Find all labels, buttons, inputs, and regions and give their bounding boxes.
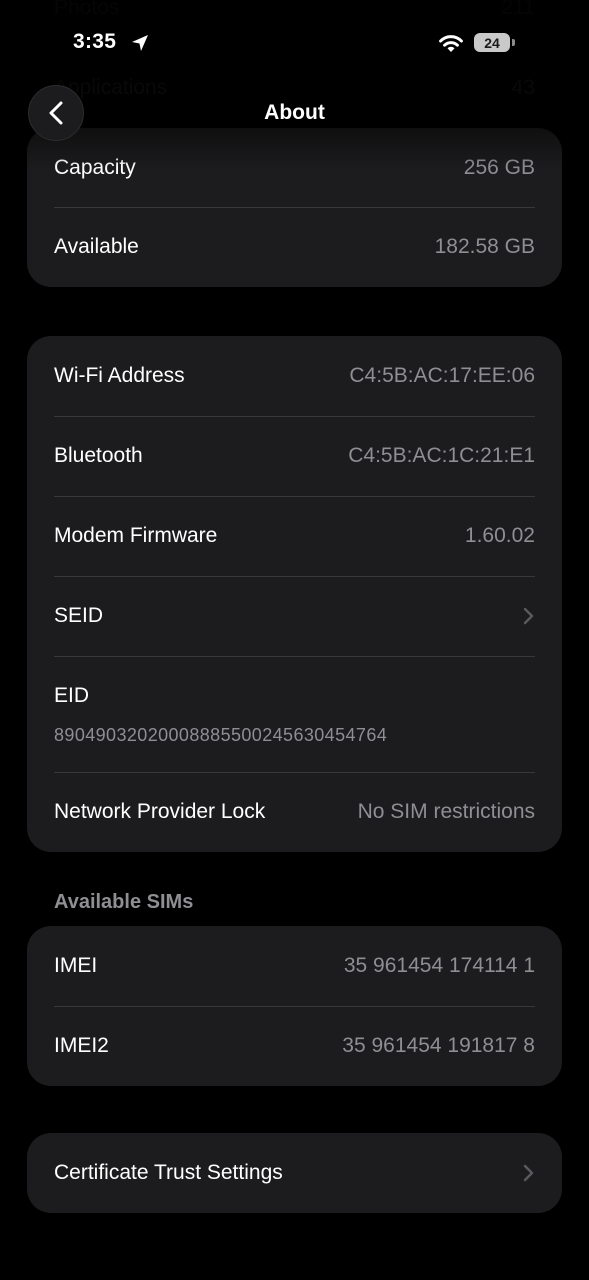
capacity-row: Capacity 256 GB	[27, 128, 562, 207]
wifi-address-row: Wi-Fi Address C4:5B:AC:17:EE:06	[27, 336, 562, 416]
eid-value: 89049032020008885500245630454764	[54, 725, 388, 745]
battery-icon: 24	[474, 33, 510, 52]
chevron-right-icon	[523, 1164, 534, 1182]
row-label: Capacity	[54, 155, 136, 179]
row-value: C4:5B:AC:17:EE:06	[349, 364, 535, 387]
row-value: C4:5B:AC:1C:21:E1	[348, 444, 535, 467]
ghost-row-value: 211	[501, 0, 535, 19]
status-time: 3:35	[73, 30, 117, 53]
row-value: 35 961454 191817 8	[342, 1034, 535, 1057]
imei2-row: IMEI2 35 961454 191817 8	[27, 1006, 562, 1086]
row-label: Available	[54, 235, 139, 258]
row-label: Bluetooth	[54, 444, 143, 467]
section-header-available-sims: Available SIMs	[54, 891, 194, 913]
row-value: 182.58 GB	[434, 235, 535, 258]
certificate-group: Certificate Trust Settings	[27, 1133, 562, 1213]
imei-row: IMEI 35 961454 174114 1	[27, 926, 562, 1006]
row-label: Certificate Trust Settings	[54, 1161, 283, 1184]
ghost-row-value: 43	[511, 76, 535, 99]
battery-level: 24	[484, 34, 500, 51]
ghost-row-label: Photos	[54, 0, 120, 19]
certificate-trust-settings-row[interactable]: Certificate Trust Settings	[27, 1133, 562, 1213]
row-label: Modem Firmware	[54, 524, 218, 547]
sims-group: IMEI 35 961454 174114 1 IMEI2 35 961454 …	[27, 926, 562, 1086]
row-value: No SIM restrictions	[357, 800, 535, 823]
row-label: EID	[54, 684, 90, 707]
battery-nub	[512, 39, 515, 46]
modem-firmware-row: Modem Firmware 1.60.02	[27, 496, 562, 576]
row-value: 1.60.02	[464, 524, 535, 547]
row-label: IMEI	[54, 954, 98, 977]
row-label: IMEI2	[54, 1034, 109, 1057]
location-arrow-icon	[132, 35, 148, 51]
eid-row: EID 89049032020008885500245630454764	[27, 656, 562, 772]
available-row: Available 182.58 GB	[27, 207, 562, 287]
row-label: Network Provider Lock	[54, 800, 266, 823]
ghost-row-applications: Applications 43	[54, 76, 535, 100]
wifi-icon	[439, 35, 463, 52]
ghost-row-photos: Photos 211	[54, 0, 535, 20]
row-label: Wi-Fi Address	[54, 364, 185, 387]
row-value: 35 961454 174114 1	[343, 954, 535, 977]
network-provider-lock-row: Network Provider Lock No SIM restriction…	[27, 772, 562, 852]
storage-group: Capacity 256 GB Available 182.58 GB	[27, 128, 562, 287]
chevron-right-icon	[523, 607, 534, 625]
row-value: 256 GB	[463, 155, 535, 179]
status-bar: 3:35 24	[0, 26, 589, 62]
page-title: About	[264, 101, 325, 124]
seid-row[interactable]: SEID	[27, 576, 562, 656]
row-label: SEID	[54, 604, 104, 627]
bluetooth-row: Bluetooth C4:5B:AC:1C:21:E1	[27, 416, 562, 496]
network-group: Wi-Fi Address C4:5B:AC:17:EE:06 Bluetoot…	[27, 336, 562, 852]
